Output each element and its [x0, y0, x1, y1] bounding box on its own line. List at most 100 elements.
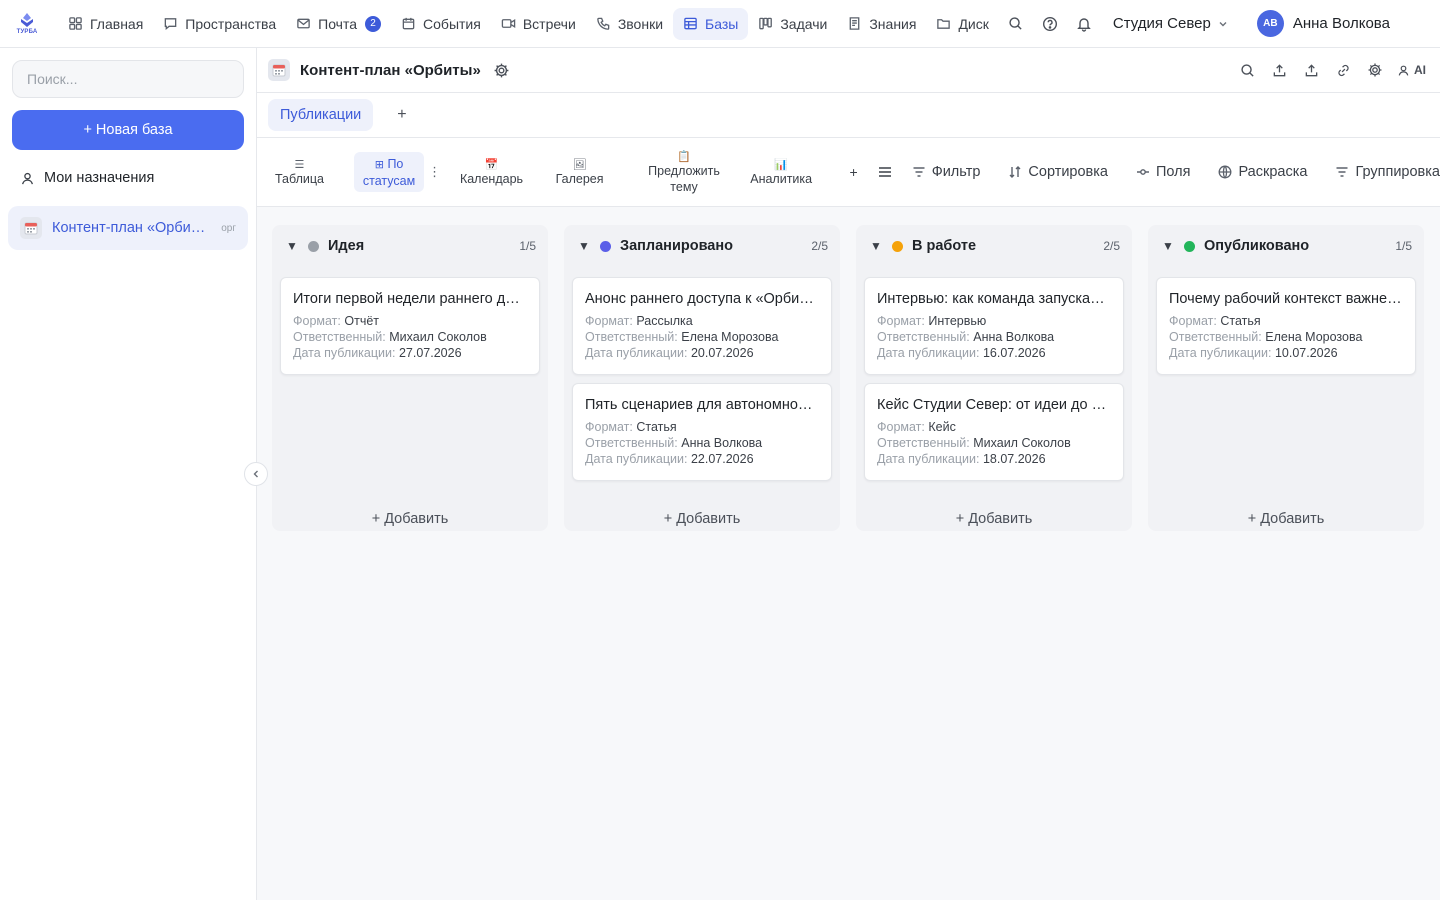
notifications-button[interactable]: [1067, 8, 1101, 40]
card-date: Дата публикации: 18.07.2026: [877, 452, 1046, 466]
menu-icon: [878, 167, 891, 177]
add-card-button[interactable]: + Добавить: [272, 511, 548, 527]
card-format: Формат: Интервью: [877, 314, 987, 328]
collapse-caret-icon[interactable]: ▼: [578, 239, 592, 253]
card-title: Интервью: как команда запускала «Орбиту»: [877, 291, 1111, 307]
gear-icon: [494, 63, 509, 77]
nav-item-calls[interactable]: Звонки: [586, 8, 673, 40]
column-header[interactable]: ▼ Запланировано 2/5: [564, 225, 840, 267]
app-logo[interactable]: ТУРБА: [0, 0, 54, 48]
card-title: Почему рабочий контекст важнее чата: [1169, 291, 1403, 307]
help-button[interactable]: [1033, 8, 1067, 40]
nav-item-tasks[interactable]: Задачи: [748, 8, 837, 40]
column-header[interactable]: ▼ Идея 1/5: [272, 225, 548, 267]
nav-item-disk[interactable]: Диск: [926, 8, 998, 40]
gear-icon: [1368, 63, 1382, 77]
add-card-button[interactable]: + Добавить: [1148, 511, 1424, 527]
fields-button[interactable]: Поля: [1136, 164, 1190, 180]
sidebar-item-content-plan[interactable]: Контент-план «Орбиты» орг: [8, 206, 248, 250]
upload-button[interactable]: [1263, 55, 1295, 85]
status-dot: [1184, 240, 1195, 252]
global-search-button[interactable]: [999, 8, 1033, 40]
add-card-button[interactable]: + Добавить: [564, 511, 840, 527]
sidebar: + Новая база Мои назначения Контент-план…: [0, 48, 257, 900]
board-card[interactable]: Кейс Студии Север: от идеи до релиза Фор…: [864, 383, 1124, 481]
calendar-icon: 📅: [484, 159, 499, 171]
settings-button[interactable]: [1359, 55, 1391, 85]
my-assignments-link[interactable]: Мои назначения: [20, 170, 154, 186]
copy-link-button[interactable]: [1327, 55, 1359, 85]
board-card[interactable]: Итоги первой недели раннего доступа Форм…: [280, 277, 540, 375]
card-owner: Ответственный: Анна Волкова: [877, 330, 1055, 344]
column-count: 1/5: [519, 239, 536, 253]
filter-button[interactable]: Фильтр: [912, 164, 980, 180]
board-card[interactable]: Анонс раннего доступа к «Орбите» Формат:…: [572, 277, 832, 375]
group-button[interactable]: Группировка: [1335, 164, 1440, 180]
nav-item-label: Задачи: [780, 15, 828, 32]
collapse-caret-icon[interactable]: ▼: [1162, 239, 1176, 253]
header-actions: AI: [1231, 55, 1440, 85]
nav-item-spaces[interactable]: Пространства: [153, 8, 286, 40]
view-suggest-topic[interactable]: 📋 Предложить тему: [645, 146, 723, 198]
logo-icon: [21, 13, 33, 27]
link-icon: [1337, 64, 1349, 76]
view-options-menu[interactable]: ⋮: [428, 164, 441, 180]
nav-item-events[interactable]: События: [391, 8, 491, 40]
user-menu[interactable]: АВ Анна Волкова: [1256, 10, 1390, 37]
tab-publications[interactable]: Публикации: [268, 99, 374, 131]
workspace-switcher[interactable]: Студия Север: [1113, 15, 1229, 32]
column-count: 2/5: [811, 239, 828, 253]
board-card[interactable]: Интервью: как команда запускала «Орбиту»…: [864, 277, 1124, 375]
user-icon: [1398, 65, 1409, 76]
add-card-button[interactable]: + Добавить: [856, 511, 1132, 527]
view-by-status[interactable]: ⊞ По статусам: [353, 152, 425, 192]
nav-item-home[interactable]: Главная: [58, 8, 153, 40]
view-calendar[interactable]: 📅 Календарь: [459, 152, 524, 192]
nav-item-meetings[interactable]: Встречи: [491, 8, 586, 40]
sidebar-item-label: Контент-план «Орбиты»: [52, 220, 210, 236]
card-title: Кейс Студии Север: от идеи до релиза: [877, 397, 1111, 413]
new-base-button[interactable]: + Новая база: [12, 110, 244, 150]
image-icon: 🖼: [572, 159, 587, 171]
add-tab-button[interactable]: +: [397, 106, 406, 124]
nav-item-mail[interactable]: Почта 2: [286, 8, 391, 40]
collapse-caret-icon[interactable]: ▼: [870, 239, 884, 253]
nav-item-bases[interactable]: Базы: [673, 7, 749, 40]
sort-button[interactable]: Сортировка: [1008, 164, 1108, 180]
card-format: Формат: Отчёт: [293, 314, 380, 328]
card-title: Анонс раннего доступа к «Орбите»: [585, 291, 819, 307]
status-dot: [600, 240, 611, 252]
view-menu-button[interactable]: [878, 165, 892, 179]
view-label: Календарь: [459, 172, 524, 186]
card-owner: Ответственный: Михаил Соколов: [293, 330, 487, 344]
collapse-sidebar-button[interactable]: [244, 462, 268, 486]
nav-item-knowledge[interactable]: Знания: [837, 8, 926, 40]
nav-item-label: Встречи: [522, 15, 576, 32]
book-icon: [849, 17, 860, 30]
kanban-board: ▼ Идея 1/5 Итоги первой недели раннего д…: [257, 207, 1440, 900]
column-header[interactable]: ▼ Опубликовано 1/5: [1148, 225, 1424, 267]
video-icon: [501, 19, 516, 28]
view-table[interactable]: ☰ Таблица: [269, 152, 330, 192]
view-analytics[interactable]: 📊 Аналитика: [749, 152, 814, 192]
sort-label: Сортировка: [1028, 164, 1108, 180]
coloring-button[interactable]: Раскраска: [1218, 164, 1307, 180]
sort-icon: [1009, 166, 1021, 178]
sidebar-search-input[interactable]: [12, 60, 244, 98]
board-column-planned: ▼ Запланировано 2/5 Анонс раннего доступ…: [564, 225, 840, 531]
view-gallery[interactable]: 🖼 Галерея: [552, 152, 607, 192]
board-card[interactable]: Почему рабочий контекст важнее чата Форм…: [1156, 277, 1416, 375]
fields-icon: [1137, 169, 1149, 175]
column-count: 1/5: [1395, 239, 1412, 253]
ai-assistant-button[interactable]: AI: [1397, 63, 1426, 77]
export-button[interactable]: [1295, 55, 1327, 85]
add-view-button[interactable]: +: [850, 164, 858, 180]
status-dot: [892, 240, 903, 252]
column-header[interactable]: ▼ В работе 2/5: [856, 225, 1132, 267]
collapse-caret-icon[interactable]: ▼: [286, 239, 300, 253]
base-settings-button[interactable]: [493, 62, 510, 79]
board-card[interactable]: Пять сценариев для автономной работы Фор…: [572, 383, 832, 481]
search-base-button[interactable]: [1231, 55, 1263, 85]
chart-icon: 📊: [774, 159, 789, 171]
palette-icon: [1219, 165, 1232, 179]
